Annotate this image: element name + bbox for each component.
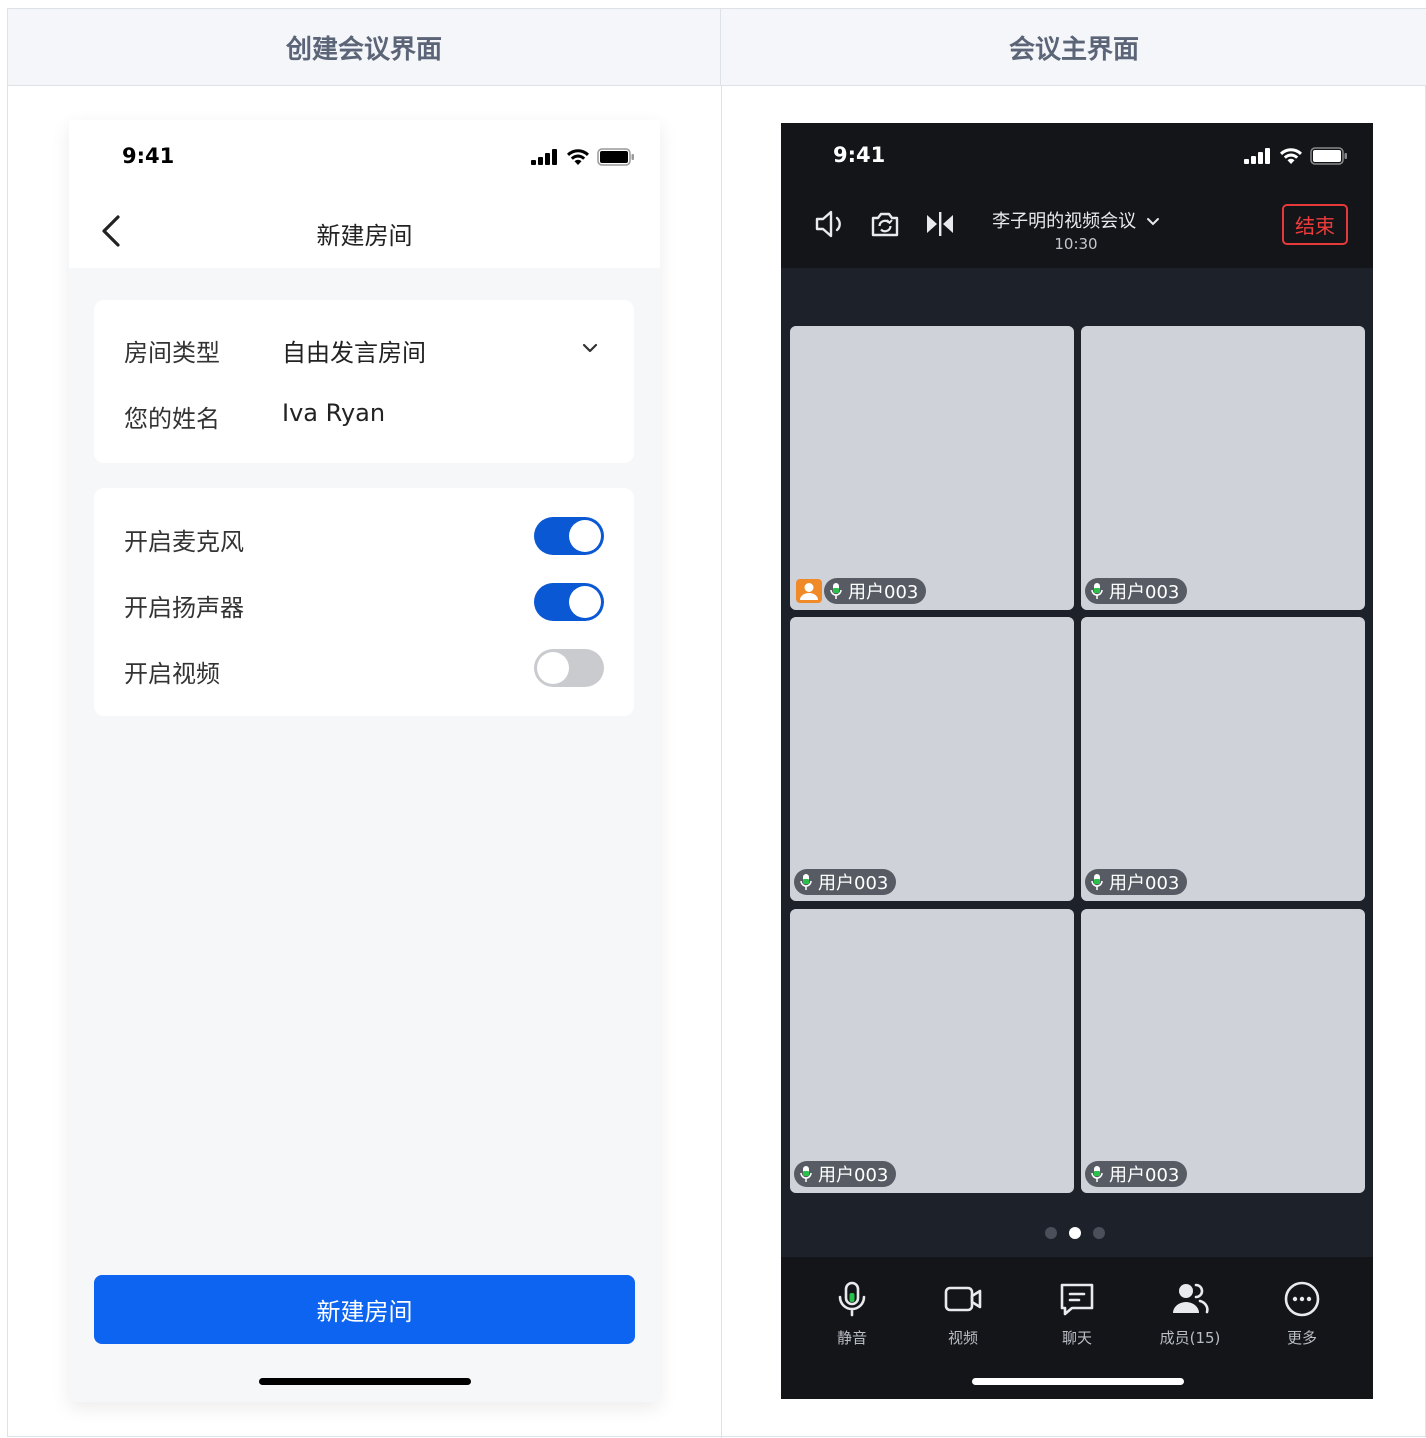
participant-name-tag: 用户003 — [1085, 1161, 1188, 1187]
toolbar-label: 视频 — [947, 1329, 978, 1347]
microphone-icon — [838, 1281, 866, 1317]
home-indicator[interactable] — [259, 1378, 471, 1385]
meeting-title: 李子明的视频会议 — [992, 211, 1137, 232]
microphone-icon — [830, 583, 842, 599]
participant-video-tile[interactable]: 用户003 — [1081, 326, 1365, 610]
room-type-select[interactable]: 自由发言房间 — [282, 333, 426, 368]
name-label: 您的姓名 — [124, 405, 220, 433]
microphone-icon — [1091, 1166, 1103, 1182]
more-icon — [1284, 1281, 1320, 1317]
status-time: 9:41 — [122, 144, 175, 168]
wifi-icon — [567, 149, 589, 165]
participant-video — [790, 909, 1074, 1193]
chevron-down-icon[interactable] — [582, 342, 598, 354]
toolbar-label: 聊天 — [1061, 1329, 1092, 1347]
chat-icon — [1060, 1283, 1094, 1316]
column-header-create: 创建会议界面 — [8, 9, 721, 86]
participant-video — [790, 617, 1074, 901]
end-meeting-button[interactable]: 结束 — [1282, 204, 1348, 245]
battery-icon — [1310, 147, 1347, 165]
camera-icon — [944, 1286, 982, 1312]
toggle-knob — [537, 652, 569, 684]
participant-name: 用户003 — [1109, 582, 1180, 603]
meeting-screen: 9:41 李子明的视频会议 10:30 结束 用户003 用户003 用户003… — [781, 123, 1373, 1399]
page-title: 新建房间 — [316, 222, 413, 250]
participant-name: 用户003 — [848, 582, 919, 603]
video-toggle[interactable] — [534, 649, 604, 687]
host-icon — [796, 579, 822, 603]
status-icons — [531, 148, 635, 166]
room-info-card: 房间类型 自由发言房间 您的姓名 Iva Ryan — [94, 300, 634, 463]
toggle-knob — [569, 586, 601, 618]
video-button[interactable]: 视频 — [918, 1279, 1008, 1348]
participant-name: 用户003 — [818, 873, 889, 894]
home-indicator[interactable] — [972, 1378, 1184, 1385]
participant-video-tile[interactable]: 用户003 — [790, 909, 1074, 1193]
signal-icon — [1244, 148, 1270, 164]
participant-video — [1081, 909, 1365, 1193]
participant-name: 用户003 — [818, 1165, 889, 1186]
toggle-label-video: 开启视频 — [124, 660, 220, 688]
participant-name: 用户003 — [1109, 1165, 1180, 1186]
device-settings-card: 开启麦克风 开启扬声器 开启视频 — [94, 488, 634, 716]
more-button[interactable]: 更多 — [1257, 1279, 1347, 1348]
participant-video-tile[interactable]: 用户003 — [1081, 909, 1365, 1193]
meeting-title-dropdown[interactable]: 李子明的视频会议 — [981, 207, 1171, 233]
meeting-top-bar: 9:41 李子明的视频会议 10:30 结束 — [781, 123, 1373, 268]
microphone-icon — [800, 874, 812, 890]
toolbar-label: 成员(15) — [1159, 1329, 1221, 1347]
toolbar-label: 更多 — [1286, 1329, 1317, 1347]
create-room-screen: 9:41 新建房间 房间类型 自由发言房间 您的姓名 Iva Ryan 开启麦克… — [69, 120, 660, 1402]
meeting-toolbar: 静音 视频 聊天 成员(15) 更多 — [781, 1257, 1373, 1399]
chevron-down-icon — [1146, 218, 1159, 226]
participant-name-tag: 用户003 — [794, 1161, 897, 1187]
status-time: 9:41 — [833, 143, 886, 167]
participant-video — [790, 326, 1074, 610]
members-button[interactable]: 成员(15) — [1145, 1279, 1235, 1348]
participant-video-tile[interactable]: 用户003 — [790, 326, 1074, 610]
page-dot[interactable] — [1045, 1227, 1057, 1239]
chat-button[interactable]: 聊天 — [1032, 1279, 1122, 1348]
battery-icon — [597, 148, 634, 166]
mic-toggle[interactable] — [534, 517, 604, 555]
signal-icon — [531, 149, 557, 165]
page-dot[interactable] — [1093, 1227, 1105, 1239]
participant-video-tile[interactable]: 用户003 — [1081, 617, 1365, 901]
participant-video-tile[interactable]: 用户003 — [790, 617, 1074, 901]
speaker-icon[interactable] — [813, 207, 847, 241]
speaker-toggle[interactable] — [534, 583, 604, 621]
participant-video — [1081, 326, 1365, 610]
column-divider — [721, 86, 722, 1438]
microphone-icon — [800, 1166, 812, 1182]
page-indicator[interactable] — [1045, 1227, 1105, 1239]
wifi-icon — [1280, 148, 1302, 164]
meeting-duration: 10:30 — [1054, 235, 1098, 253]
participant-video — [1081, 617, 1365, 901]
participant-name-tag: 用户003 — [1085, 578, 1188, 604]
microphone-icon — [1091, 583, 1103, 599]
participant-name-tag: 用户003 — [1085, 869, 1188, 895]
page-dot-active[interactable] — [1069, 1227, 1081, 1239]
create-room-button[interactable]: 新建房间 — [94, 1275, 635, 1344]
participant-name-tag: 用户003 — [794, 869, 897, 895]
toggle-knob — [569, 520, 601, 552]
mirror-icon[interactable] — [923, 207, 957, 241]
switch-camera-icon[interactable] — [868, 207, 902, 241]
top-bar: 9:41 新建房间 — [69, 120, 660, 268]
mute-button[interactable]: 静音 — [807, 1279, 897, 1348]
members-icon — [1173, 1283, 1209, 1314]
participant-name-tag: 用户003 — [824, 578, 927, 604]
toolbar-label: 静音 — [836, 1329, 867, 1347]
participant-name: 用户003 — [1109, 873, 1180, 894]
status-icons — [1244, 147, 1348, 165]
toggle-label-mic: 开启麦克风 — [124, 528, 244, 556]
host-icon — [800, 583, 818, 600]
column-header-meeting: 会议主界面 — [721, 9, 1426, 86]
name-field[interactable]: Iva Ryan — [282, 399, 385, 427]
toggle-label-speaker: 开启扬声器 — [124, 594, 244, 622]
microphone-icon — [1091, 874, 1103, 890]
room-type-label: 房间类型 — [124, 339, 220, 367]
